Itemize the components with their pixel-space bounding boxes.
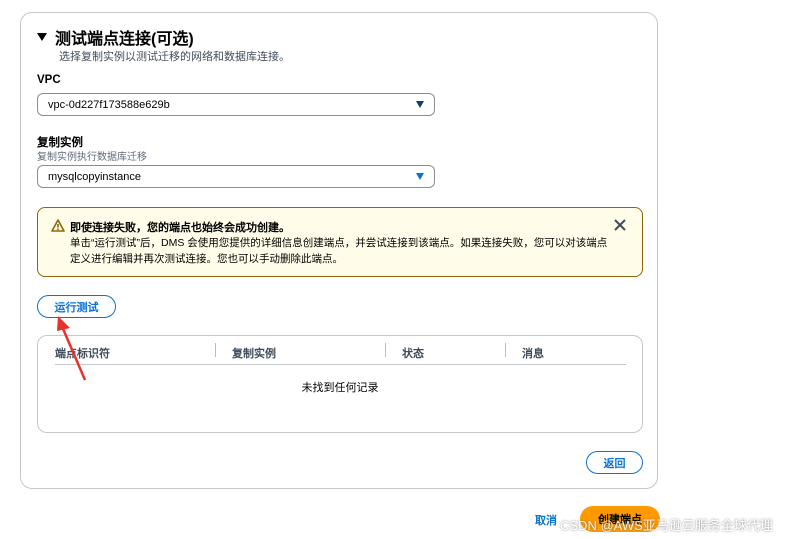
section-description: 选择复制实例以测试迁移的网络和数据库连接。: [59, 51, 290, 63]
vpc-select[interactable]: vpc-0d227f173588e629b: [37, 93, 435, 116]
close-icon[interactable]: [612, 217, 628, 233]
dropdown-arrow-icon: [416, 173, 424, 180]
back-button[interactable]: 返回: [586, 451, 643, 474]
table-header-divider: [55, 364, 626, 365]
watermark: CSDN @AWS亚马逊云服务全球代理: [560, 518, 773, 533]
dropdown-arrow-icon: [416, 101, 424, 108]
warning-icon: [51, 219, 65, 232]
column-divider: [385, 343, 386, 357]
cancel-button[interactable]: 取消: [535, 512, 557, 528]
alert-title: 即使连接失败，您的端点也始终会成功创建。: [70, 222, 290, 234]
collapse-caret-icon[interactable]: [37, 33, 47, 41]
warning-alert: 即使连接失败，您的端点也始终会成功创建。 单击“运行测试”后，DMS 会使用您提…: [37, 207, 643, 277]
test-connection-panel: 测试端点连接(可选) 选择复制实例以测试迁移的网络和数据库连接。 VPC vpc…: [20, 12, 658, 489]
column-header: 消息: [522, 348, 544, 360]
column-divider: [215, 343, 216, 357]
vpc-value: vpc-0d227f173588e629b: [48, 98, 170, 111]
alert-body: 单击“运行测试”后，DMS 会使用您提供的详细信息创建端点，并尝试连接到该端点。…: [70, 237, 608, 265]
column-header: 状态: [402, 348, 424, 360]
empty-state-message: 未找到任何记录: [301, 382, 379, 394]
section-title: 测试端点连接(可选): [55, 31, 194, 48]
replication-instance-value: mysqlcopyinstance: [48, 170, 141, 183]
test-results-table: 端点标识符 复制实例 状态 消息 未找到任何记录: [37, 335, 643, 433]
annotation-arrow-icon: [57, 316, 87, 381]
vpc-label: VPC: [37, 74, 61, 86]
column-divider: [505, 343, 506, 357]
column-header: 复制实例: [232, 348, 276, 360]
replication-instance-select[interactable]: mysqlcopyinstance: [37, 165, 435, 188]
replication-instance-sublabel: 复制实例执行数据库迁移: [37, 152, 147, 163]
section-header[interactable]: 测试端点连接(可选): [37, 25, 194, 49]
